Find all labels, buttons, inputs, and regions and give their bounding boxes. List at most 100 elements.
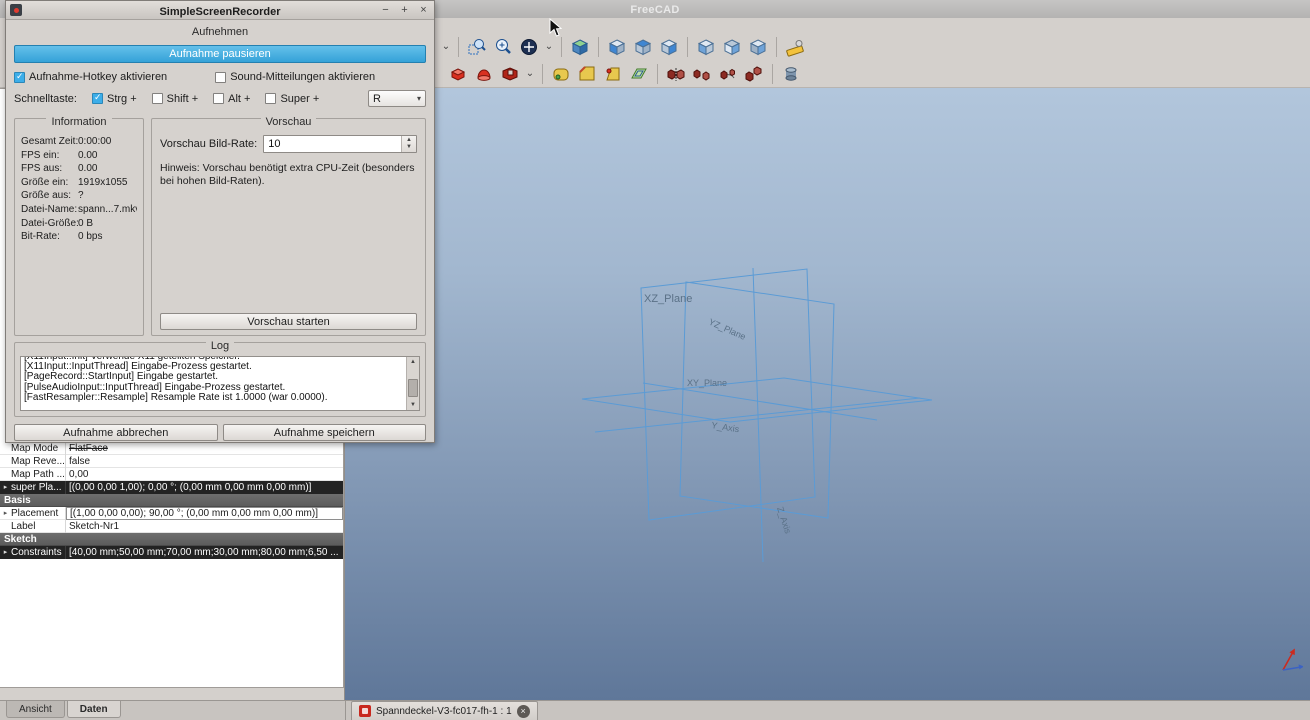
multitransform-icon[interactable] (742, 62, 766, 86)
scroll-down-icon[interactable]: ▼ (410, 400, 416, 410)
start-preview-button[interactable]: Vorschau starten (160, 313, 417, 330)
toolbar-separator (687, 37, 688, 57)
info-label: Gesamt Zeit: (21, 135, 78, 149)
tab-ansicht[interactable]: Ansicht (6, 701, 65, 718)
property-row-super-placement[interactable]: super Pla... [(0,00 0,00 1,00); 0,00 °; … (0, 481, 343, 494)
property-value[interactable]: [(1,00 0,00 0,00); 90,00 °; (0,00 mm 0,0… (66, 507, 343, 520)
zoom-selection-icon[interactable] (465, 35, 489, 59)
minimize-button[interactable]: − (379, 1, 392, 20)
expand-icon[interactable] (0, 546, 11, 559)
scroll-track[interactable] (407, 367, 419, 400)
preview-groupbox: Vorschau Vorschau Bild-Rate: 10 ▲ ▼ Hinw… (151, 118, 426, 336)
property-value[interactable]: 0,00 (66, 468, 343, 481)
spinner-down-icon[interactable]: ▼ (406, 144, 412, 151)
property-row-map-mode[interactable]: Map Mode FlatFace (0, 442, 343, 455)
fit-all-icon[interactable] (517, 35, 541, 59)
xz-plane[interactable] (641, 269, 815, 520)
property-value[interactable]: Sketch-Nr1 (66, 520, 343, 533)
mod-super-checkbox[interactable]: Super + (265, 93, 319, 105)
3d-viewport[interactable]: XZ_Plane YZ_Plane XY_Plane Y_Axis Z_Axis (345, 88, 1310, 700)
info-value: 1919x1055 (78, 176, 137, 190)
property-row-label[interactable]: Label Sketch-Nr1 (0, 520, 343, 533)
pocket-dropdown-icon[interactable]: ⌄ (524, 68, 536, 79)
info-value: 0 B (78, 217, 137, 231)
mirrored-icon[interactable] (664, 62, 688, 86)
spinner-buttons[interactable]: ▲ ▼ (401, 136, 416, 152)
panel-tab-bar: Ansicht Daten (0, 701, 345, 720)
fillet-icon[interactable] (549, 62, 573, 86)
measure-icon[interactable] (783, 35, 807, 59)
property-value[interactable]: false (66, 455, 343, 468)
checkbox-unchecked-icon[interactable] (265, 93, 276, 104)
checkbox-checked-icon[interactable] (14, 72, 25, 83)
axonometric-view-icon[interactable] (568, 35, 592, 59)
close-document-icon[interactable]: × (517, 705, 530, 718)
pocket-icon[interactable] (498, 62, 522, 86)
checkbox-unchecked-icon[interactable] (152, 93, 163, 104)
bottom-view-icon[interactable] (720, 35, 744, 59)
property-value[interactable]: [(0,00 0,00 1,00); 0,00 °; (0,00 mm 0,00… (66, 481, 343, 494)
freecad-title: FreeCAD (630, 4, 679, 16)
pad-icon[interactable] (446, 62, 470, 86)
property-group-basis[interactable]: Basis (0, 494, 343, 507)
y-axis-label[interactable]: Y_Axis (711, 420, 741, 434)
property-row-constraints[interactable]: Constraints [40,00 mm;50,00 mm;70,00 mm;… (0, 546, 343, 559)
bottom-bar: Ansicht Daten Spanndeckel-V3-fc017-fh-1 … (0, 700, 1310, 720)
toolbar-separator (542, 64, 543, 84)
mod-alt-checkbox[interactable]: Alt + (213, 93, 250, 105)
rear-view-icon[interactable] (694, 35, 718, 59)
z-axis-label[interactable]: Z_Axis (775, 506, 793, 536)
property-label: Map Mode (11, 442, 66, 455)
front-view-icon[interactable] (605, 35, 629, 59)
polar-pattern-icon[interactable] (716, 62, 740, 86)
mod-shift-label: Shift + (167, 93, 199, 105)
checkbox-unchecked-icon[interactable] (215, 72, 226, 83)
ssr-titlebar[interactable]: SimpleScreenRecorder − + × (6, 1, 434, 20)
property-value[interactable]: FlatFace (66, 442, 343, 455)
xz-plane-label[interactable]: XZ_Plane (644, 293, 692, 305)
shapebinder-icon[interactable] (627, 62, 651, 86)
checkbox-checked-icon[interactable] (92, 93, 103, 104)
linear-pattern-icon[interactable] (690, 62, 714, 86)
spinner-up-icon[interactable]: ▲ (406, 137, 412, 144)
property-group-sketch[interactable]: Sketch (0, 533, 343, 546)
checkbox-unchecked-icon[interactable] (213, 93, 224, 104)
workbench-dropdown-icon[interactable]: ⌄ (440, 41, 452, 52)
left-view-icon[interactable] (746, 35, 770, 59)
close-button[interactable]: × (417, 1, 430, 20)
pause-recording-button[interactable]: Aufnahme pausieren (14, 45, 426, 63)
expand-icon[interactable] (0, 481, 11, 494)
hotkey-key-select[interactable]: R ▾ (368, 90, 426, 107)
maximize-button[interactable]: + (398, 1, 411, 20)
document-tab[interactable]: Spanndeckel-V3-fc017-fh-1 : 1 × (351, 701, 538, 720)
mod-strg-checkbox[interactable]: Strg + (92, 93, 137, 105)
property-value[interactable]: [40,00 mm;50,00 mm;70,00 mm;30,00 mm;80,… (66, 546, 343, 559)
preview-rate-spinner[interactable]: 10 ▲ ▼ (263, 135, 417, 153)
property-row-placement[interactable]: Placement [(1,00 0,00 0,00); 90,00 °; (0… (0, 507, 343, 520)
hotkey-enable-checkbox[interactable]: Aufnahme-Hotkey aktivieren (14, 71, 167, 83)
primitive-cylinder-icon[interactable] (779, 62, 803, 86)
preview-rate-value[interactable]: 10 (264, 138, 401, 150)
right-view-icon[interactable] (657, 35, 681, 59)
hotkey-label: Schnelltaste: (14, 93, 77, 105)
cancel-recording-button[interactable]: Aufnahme abbrechen (14, 424, 218, 441)
revolution-icon[interactable] (472, 62, 496, 86)
zoom-in-icon[interactable] (491, 35, 515, 59)
sound-notification-checkbox[interactable]: Sound-Mitteilungen aktivieren (215, 71, 375, 83)
chamfer-icon[interactable] (575, 62, 599, 86)
expand-icon[interactable] (0, 507, 11, 520)
xy-plane-label[interactable]: XY_Plane (687, 378, 727, 388)
view-dropdown-icon[interactable]: ⌄ (543, 41, 555, 52)
draft-icon[interactable] (601, 62, 625, 86)
tab-daten[interactable]: Daten (67, 701, 121, 718)
save-recording-button[interactable]: Aufnahme speichern (223, 424, 427, 441)
scroll-up-icon[interactable]: ▲ (410, 357, 416, 367)
top-view-icon[interactable] (631, 35, 655, 59)
scroll-thumb[interactable] (408, 379, 418, 397)
yz-plane-label[interactable]: YZ_Plane (707, 317, 747, 342)
mod-shift-checkbox[interactable]: Shift + (152, 93, 199, 105)
log-scrollbar[interactable]: ▲ ▼ (406, 357, 419, 410)
property-row-map-reversed[interactable]: Map Reve... false (0, 455, 343, 468)
property-row-map-path[interactable]: Map Path ... 0,00 (0, 468, 343, 481)
log-output[interactable]: [X11Input::Init] Verwende X11 geteilten … (21, 357, 406, 410)
